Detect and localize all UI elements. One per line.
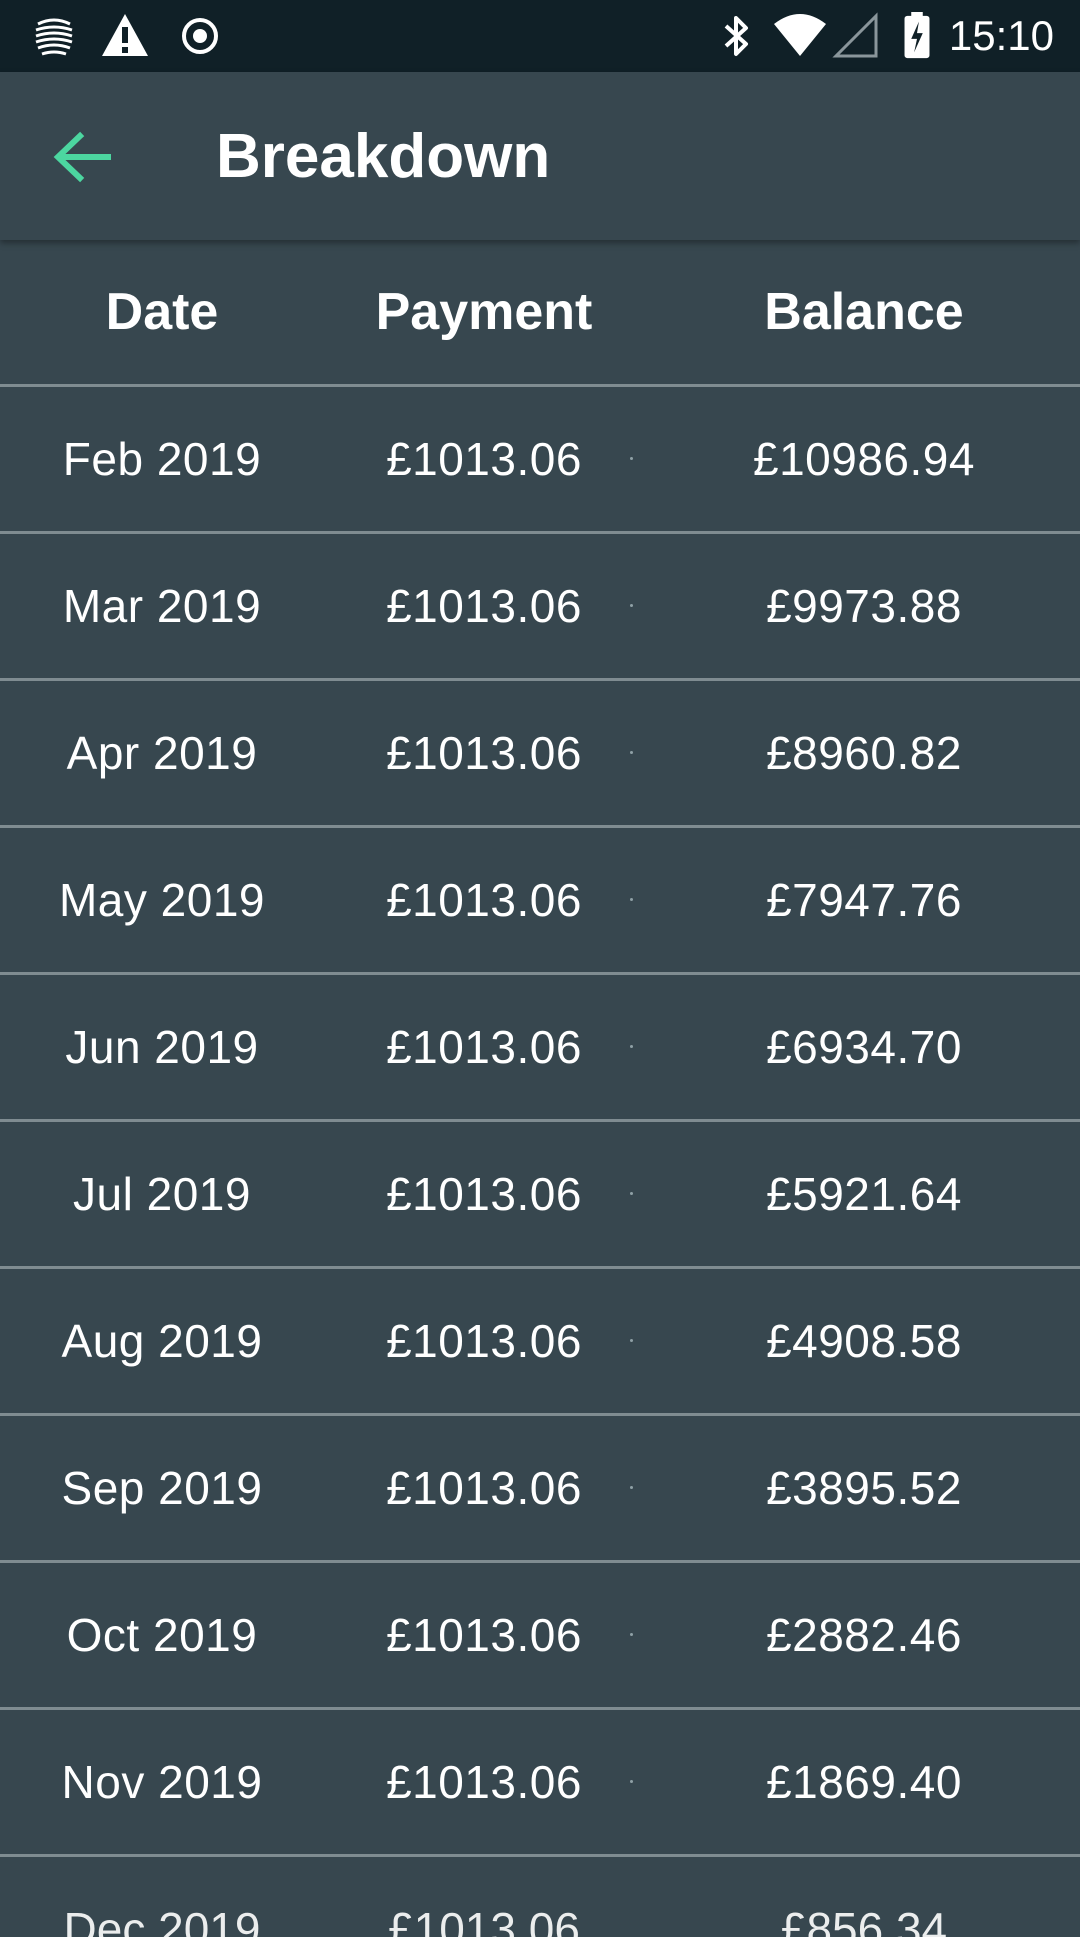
arrow-back-icon — [53, 131, 111, 183]
stack-notification-icon — [35, 18, 73, 56]
row-payment: £1013.06 — [386, 1021, 582, 1073]
row-payment: £1013.06 — [386, 580, 582, 632]
table-row: Mar 2019 £1013.06 £9973.88 — [0, 534, 1080, 681]
row-balance: £7947.76 — [766, 874, 962, 926]
table-header-row: Date Payment Balance — [0, 240, 1080, 387]
table-row: Feb 2019 £1013.06 £10986.94 — [0, 387, 1080, 534]
column-header-date: Date — [105, 283, 219, 341]
row-payment: £1013.06 — [386, 1756, 582, 1808]
battery-charging-icon — [904, 12, 930, 59]
row-payment: £1013.06 — [386, 1609, 582, 1661]
row-balance: £2882.46 — [766, 1609, 962, 1661]
row-date: Sep 2019 — [61, 1462, 263, 1514]
status-time: 15:10 — [948, 12, 1054, 59]
row-date: Nov 2019 — [61, 1756, 263, 1808]
divider-dot — [630, 1633, 633, 1636]
row-balance: £10986.94 — [753, 433, 975, 485]
divider-dot — [630, 898, 633, 901]
row-date: Mar 2019 — [62, 580, 262, 632]
row-balance: £9973.88 — [766, 580, 962, 632]
back-button[interactable] — [38, 112, 128, 202]
warning-icon — [102, 14, 148, 56]
divider-dot — [630, 751, 633, 754]
row-date: Jul 2019 — [73, 1168, 251, 1220]
table-row: Aug 2019 £1013.06 £4908.58 — [0, 1269, 1080, 1416]
row-payment: £1013.06 — [388, 1903, 580, 1937]
signal-icon — [832, 12, 878, 58]
table-row: Apr 2019 £1013.06 £8960.82 — [0, 681, 1080, 828]
row-date: Aug 2019 — [61, 1315, 263, 1367]
row-payment: £1013.06 — [386, 874, 582, 926]
table-row: Nov 2019 £1013.06 £1869.40 — [0, 1710, 1080, 1857]
table-row: May 2019 £1013.06 £7947.76 — [0, 828, 1080, 975]
row-balance: £856.34 — [780, 1903, 948, 1937]
row-date: Feb 2019 — [62, 433, 262, 485]
row-date: Dec 2019 — [63, 1903, 261, 1937]
table-row: Jun 2019 £1013.06 £6934.70 — [0, 975, 1080, 1122]
row-date: May 2019 — [58, 874, 265, 926]
column-header-balance: Balance — [764, 283, 964, 341]
record-icon — [182, 18, 218, 54]
divider-dot — [630, 1192, 633, 1195]
row-balance: £1869.40 — [766, 1756, 962, 1808]
row-date: Apr 2019 — [66, 727, 258, 779]
column-header-payment: Payment — [375, 283, 593, 341]
table-row: Dec 2019 £1013.06 £856.34 — [0, 1857, 1080, 1937]
divider-dot — [630, 1780, 633, 1783]
divider-dot — [630, 1486, 633, 1489]
row-payment: £1013.06 — [386, 1315, 582, 1367]
divider-dot — [630, 1045, 633, 1048]
row-payment: £1013.06 — [386, 1168, 582, 1220]
row-balance: £5921.64 — [766, 1168, 962, 1220]
row-payment: £1013.06 — [386, 1462, 582, 1514]
row-balance: £6934.70 — [766, 1021, 962, 1073]
divider-dot — [630, 1339, 633, 1342]
row-payment: £1013.06 — [386, 433, 582, 485]
table-row: Oct 2019 £1013.06 £2882.46 — [0, 1563, 1080, 1710]
wifi-icon — [774, 14, 826, 56]
row-date: Jun 2019 — [65, 1021, 259, 1073]
app-bar: Breakdown — [0, 72, 1080, 240]
row-payment: £1013.06 — [386, 727, 582, 779]
bluetooth-icon — [724, 16, 748, 56]
table-row: Jul 2019 £1013.06 £5921.64 — [0, 1122, 1080, 1269]
divider-dot — [630, 457, 633, 460]
row-balance: £4908.58 — [766, 1315, 962, 1367]
breakdown-table: Date Payment Balance Feb 2019 £1013.06 £… — [0, 240, 1080, 1937]
status-bar: 15:10 — [0, 0, 1080, 72]
row-date: Oct 2019 — [66, 1609, 258, 1661]
divider-dot — [630, 604, 633, 607]
row-balance: £8960.82 — [766, 727, 962, 779]
row-balance: £3895.52 — [766, 1462, 962, 1514]
page-title: Breakdown — [216, 122, 551, 191]
table-row: Sep 2019 £1013.06 £3895.52 — [0, 1416, 1080, 1563]
